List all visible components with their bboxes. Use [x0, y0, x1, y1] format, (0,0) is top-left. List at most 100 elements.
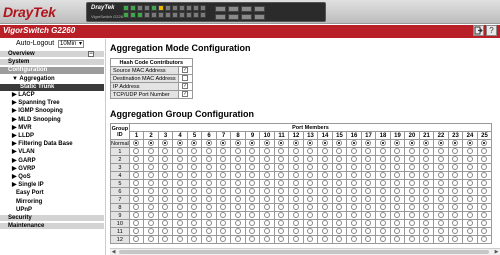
- member-radio[interactable]: [278, 188, 285, 195]
- member-radio[interactable]: [481, 220, 488, 227]
- member-radio[interactable]: [350, 196, 357, 203]
- member-radio[interactable]: [234, 220, 241, 227]
- member-radio[interactable]: [191, 220, 198, 227]
- member-radio[interactable]: [394, 212, 401, 219]
- member-radio[interactable]: [466, 140, 473, 147]
- member-radio[interactable]: [321, 188, 328, 195]
- scroll-right-icon[interactable]: ▶: [493, 249, 500, 255]
- member-radio[interactable]: [162, 220, 169, 227]
- member-radio[interactable]: [133, 156, 140, 163]
- member-radio[interactable]: [249, 180, 256, 187]
- member-radio[interactable]: [278, 156, 285, 163]
- member-radio[interactable]: [162, 148, 169, 155]
- hash-checkbox[interactable]: ✓: [182, 91, 189, 98]
- sidebar-item-aggregation[interactable]: ▼ Aggregation: [0, 76, 104, 83]
- member-radio[interactable]: [205, 188, 212, 195]
- member-radio[interactable]: [133, 196, 140, 203]
- sidebar-item-mvr[interactable]: ▶ MVR: [0, 125, 104, 132]
- member-radio[interactable]: [350, 188, 357, 195]
- member-radio[interactable]: [292, 180, 299, 187]
- member-radio[interactable]: [176, 172, 183, 179]
- member-radio[interactable]: [147, 204, 154, 211]
- member-radio[interactable]: [191, 196, 198, 203]
- member-radio[interactable]: [307, 188, 314, 195]
- member-radio[interactable]: [336, 156, 343, 163]
- member-radio[interactable]: [278, 180, 285, 187]
- member-radio[interactable]: [452, 212, 459, 219]
- member-radio[interactable]: [234, 228, 241, 235]
- member-radio[interactable]: [220, 220, 227, 227]
- member-radio[interactable]: [437, 188, 444, 195]
- member-radio[interactable]: [481, 148, 488, 155]
- member-radio[interactable]: [423, 140, 430, 147]
- member-radio[interactable]: [481, 156, 488, 163]
- sidebar-item-lldp[interactable]: ▶ LLDP: [0, 133, 104, 140]
- member-radio[interactable]: [481, 164, 488, 171]
- sidebar-item-gvrp[interactable]: ▶ GVRP: [0, 166, 104, 173]
- member-radio[interactable]: [452, 236, 459, 243]
- member-radio[interactable]: [162, 164, 169, 171]
- member-radio[interactable]: [292, 188, 299, 195]
- logout-button[interactable]: [473, 25, 484, 36]
- member-radio[interactable]: [379, 140, 386, 147]
- member-radio[interactable]: [452, 148, 459, 155]
- member-radio[interactable]: [336, 204, 343, 211]
- member-radio[interactable]: [437, 156, 444, 163]
- member-radio[interactable]: [437, 228, 444, 235]
- member-radio[interactable]: [205, 180, 212, 187]
- member-radio[interactable]: [365, 164, 372, 171]
- member-radio[interactable]: [321, 148, 328, 155]
- member-radio[interactable]: [394, 140, 401, 147]
- member-radio[interactable]: [423, 236, 430, 243]
- member-radio[interactable]: [249, 148, 256, 155]
- member-radio[interactable]: [466, 204, 473, 211]
- member-radio[interactable]: [423, 212, 430, 219]
- member-radio[interactable]: [263, 172, 270, 179]
- member-radio[interactable]: [321, 204, 328, 211]
- member-radio[interactable]: [379, 156, 386, 163]
- hash-checkbox[interactable]: ✓: [182, 83, 189, 90]
- member-radio[interactable]: [220, 188, 227, 195]
- member-radio[interactable]: [307, 164, 314, 171]
- member-radio[interactable]: [336, 228, 343, 235]
- member-radio[interactable]: [176, 148, 183, 155]
- member-radio[interactable]: [263, 188, 270, 195]
- horizontal-scrollbar[interactable]: ◀ ▶: [110, 248, 500, 255]
- member-radio[interactable]: [350, 228, 357, 235]
- member-radio[interactable]: [481, 236, 488, 243]
- member-radio[interactable]: [278, 140, 285, 147]
- member-radio[interactable]: [133, 212, 140, 219]
- member-radio[interactable]: [292, 164, 299, 171]
- member-radio[interactable]: [162, 212, 169, 219]
- member-radio[interactable]: [205, 204, 212, 211]
- member-radio[interactable]: [452, 228, 459, 235]
- member-radio[interactable]: [176, 220, 183, 227]
- member-radio[interactable]: [437, 140, 444, 147]
- member-radio[interactable]: [307, 180, 314, 187]
- member-radio[interactable]: [481, 180, 488, 187]
- member-radio[interactable]: [176, 188, 183, 195]
- member-radio[interactable]: [423, 196, 430, 203]
- collapse-button[interactable]: −: [88, 51, 94, 57]
- member-radio[interactable]: [220, 212, 227, 219]
- member-radio[interactable]: [394, 220, 401, 227]
- member-radio[interactable]: [292, 172, 299, 179]
- member-radio[interactable]: [220, 228, 227, 235]
- member-radio[interactable]: [408, 196, 415, 203]
- member-radio[interactable]: [205, 212, 212, 219]
- member-radio[interactable]: [365, 140, 372, 147]
- member-radio[interactable]: [263, 180, 270, 187]
- member-radio[interactable]: [321, 180, 328, 187]
- member-radio[interactable]: [191, 156, 198, 163]
- member-radio[interactable]: [249, 196, 256, 203]
- member-radio[interactable]: [249, 188, 256, 195]
- member-radio[interactable]: [437, 172, 444, 179]
- member-radio[interactable]: [133, 140, 140, 147]
- member-radio[interactable]: [350, 148, 357, 155]
- member-radio[interactable]: [437, 180, 444, 187]
- member-radio[interactable]: [379, 172, 386, 179]
- member-radio[interactable]: [452, 220, 459, 227]
- member-radio[interactable]: [191, 188, 198, 195]
- member-radio[interactable]: [176, 228, 183, 235]
- member-radio[interactable]: [379, 148, 386, 155]
